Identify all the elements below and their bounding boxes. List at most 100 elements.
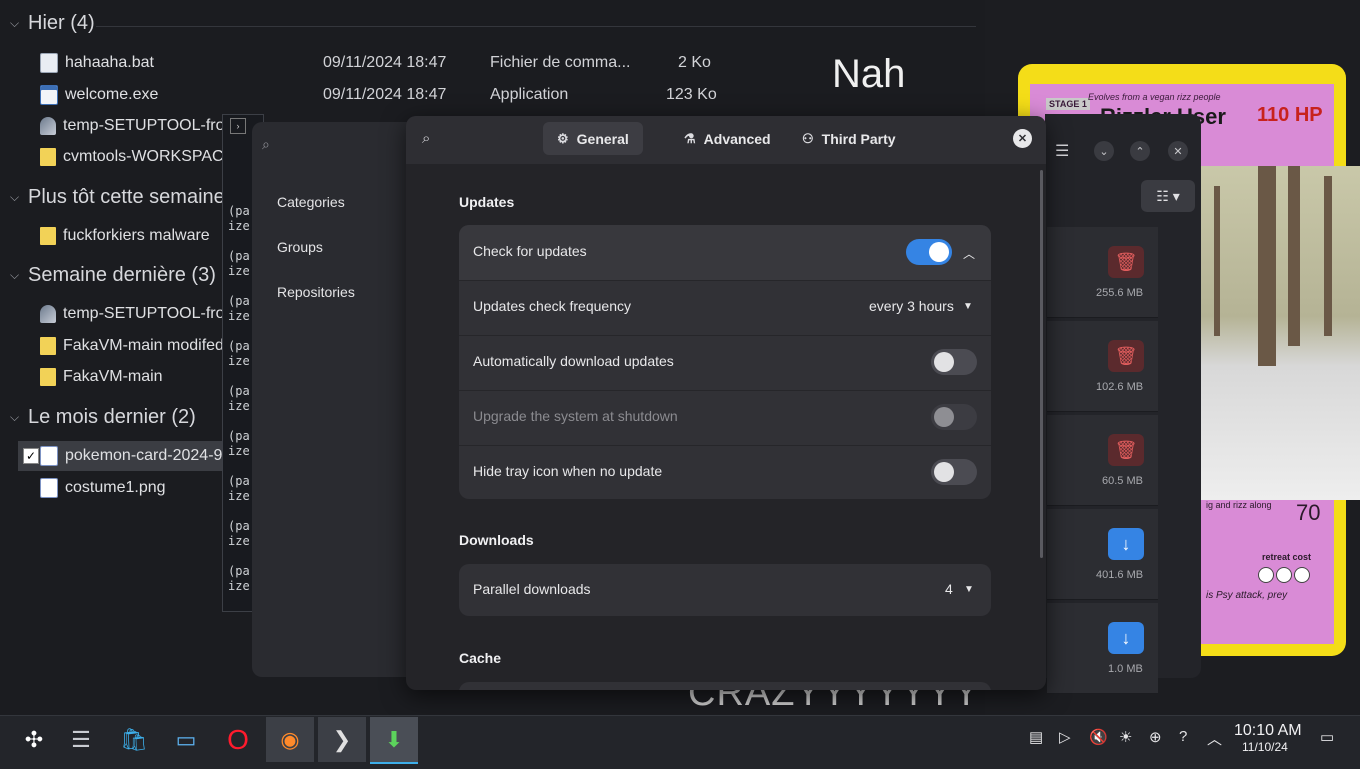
package-size: 401.6 MB (1096, 569, 1144, 581)
setup-tool-icon (40, 305, 56, 323)
sidebar-item-categories[interactable]: Categories (277, 194, 345, 210)
sidebar-item-repositories[interactable]: Repositories (277, 284, 355, 300)
auto-download-row[interactable]: Automatically download updates (459, 335, 991, 391)
terminal-line: ize (228, 264, 250, 278)
close-button[interactable]: ✕ (1013, 129, 1032, 148)
frequency-row[interactable]: Updates check frequency every 3 hours ▼ (459, 280, 991, 336)
clipboard-icon[interactable]: ▤ (1029, 728, 1043, 746)
download-button[interactable]: ↓ (1108, 528, 1144, 560)
hide-tray-toggle[interactable] (931, 459, 977, 485)
file-row[interactable]: pokemon-card-2024-9-25 (40, 442, 246, 470)
arrow-down-icon: ↓ (1121, 627, 1131, 648)
card-weakness-text: is Psy attack, prey (1206, 590, 1288, 601)
image-file-icon (40, 478, 58, 498)
sidebar-item-groups[interactable]: Groups (277, 239, 323, 255)
delete-button[interactable]: 🗑 (1108, 246, 1144, 278)
terminal-line: ize (228, 579, 250, 593)
store-icon[interactable]: 🛍 (110, 717, 158, 762)
opera-icon[interactable]: O (214, 717, 262, 762)
hide-tray-row[interactable]: Hide tray icon when no update (459, 445, 991, 499)
network-icon[interactable]: ⊕ (1149, 728, 1162, 746)
help-icon[interactable]: ? (1179, 728, 1187, 745)
file-row[interactable]: FakaVM-main (40, 363, 163, 391)
settings-panel-icon[interactable]: ☰ (57, 717, 105, 762)
application-launcher-icon[interactable]: ✣ (10, 717, 58, 762)
energy-icon (1294, 567, 1310, 583)
parallel-downloads-row[interactable]: Parallel downloads 4 ▼ (459, 564, 991, 616)
maximize-icon[interactable]: ⌃ (1130, 141, 1150, 161)
check-updates-row[interactable]: Check for updates ︿ (459, 225, 991, 281)
energy-icon (1276, 567, 1292, 583)
image-file-icon (40, 446, 58, 466)
flask-icon: ⚗ (684, 130, 696, 146)
terminal-line: (pa (228, 429, 250, 443)
group-header-last-week[interactable]: ⌵ Semaine dernière (3) (10, 264, 216, 287)
minimize-icon[interactable]: ⌄ (1094, 141, 1114, 161)
file-row[interactable]: cvmtools-WORKSPACE (40, 143, 234, 171)
check-updates-toggle[interactable] (906, 239, 952, 265)
delete-button[interactable]: 🗑 (1108, 340, 1144, 372)
dropdown-arrow-icon[interactable]: ▼ (963, 301, 973, 312)
chevron-up-icon[interactable]: ︿ (963, 245, 975, 262)
trash-icon: 🗑 (1114, 439, 1138, 460)
mute-icon[interactable]: 🔇 (1089, 728, 1108, 746)
group-header-last-month[interactable]: ⌵ Le mois dernier (2) (10, 406, 196, 429)
frequency-value[interactable]: every 3 hours (869, 298, 954, 314)
tab-advanced[interactable]: ⚗ Advanced (670, 122, 785, 155)
tab-general[interactable]: ⚙ General (543, 122, 643, 155)
preferences-dialog: ⌕ ⚙ General ⚗ Advanced ⚇ Third Party ✕ Upda… (406, 116, 1046, 690)
clock-date[interactable]: 11/10/24 (1242, 740, 1288, 754)
selection-checkbox[interactable]: ✓ (23, 448, 39, 464)
terminal-line: ize (228, 219, 250, 233)
hamburger-menu-icon[interactable]: ☰ (1055, 141, 1069, 161)
search-icon[interactable]: ⌕ (422, 130, 430, 147)
file-row[interactable]: fuckforkiers malware (40, 222, 210, 250)
update-manager-icon[interactable]: ⬇ (370, 717, 418, 764)
file-row[interactable]: welcome.exe (40, 81, 158, 109)
toggle-knob (934, 352, 954, 372)
scrollbar[interactable] (1040, 170, 1043, 558)
toggle-knob (934, 407, 954, 427)
brightness-icon[interactable]: ☀ (1119, 728, 1132, 746)
view-options-button[interactable]: ☷ ▾ (1141, 180, 1195, 212)
terminal-line: ize (228, 489, 250, 503)
delete-button[interactable]: 🗑 (1108, 434, 1144, 466)
card-damage: 70 (1296, 500, 1321, 525)
trash-icon: 🗑 (1114, 345, 1138, 366)
close-icon[interactable]: ✕ (1168, 141, 1188, 161)
terminal-icon[interactable]: ❯ (318, 717, 366, 762)
download-button[interactable]: ↓ (1108, 622, 1144, 654)
tab-third-party[interactable]: ⚇ Third Party (788, 122, 910, 155)
file-row[interactable]: FakaVM-main modifed (40, 332, 224, 360)
chevron-down-icon: ⌵ (10, 268, 20, 282)
terminal-line: ize (228, 444, 250, 458)
auto-download-toggle[interactable] (931, 349, 977, 375)
search-icon[interactable]: ⌕ (262, 136, 270, 153)
terminal-tab-icon[interactable]: › (230, 118, 246, 134)
tree-trunk (1214, 186, 1220, 336)
terminal-line: (pa (228, 204, 250, 218)
toggle-knob (934, 462, 954, 482)
group-header-this-week[interactable]: ⌵ Plus tôt cette semaine (1) (10, 186, 255, 209)
file-manager-icon[interactable]: ▭ (162, 717, 210, 762)
package-size: 60.5 MB (1102, 475, 1143, 487)
tray-expand-icon[interactable]: ︿ (1207, 728, 1222, 749)
file-row[interactable]: hahaaha.bat (40, 49, 154, 77)
terminal-line: (pa (228, 384, 250, 398)
upgrade-shutdown-row: Upgrade the system at shutdown (459, 390, 991, 446)
parallel-downloads-value[interactable]: 4 (945, 581, 953, 597)
dropdown-arrow-icon[interactable]: ▼ (964, 584, 974, 595)
upgrade-shutdown-toggle (931, 404, 977, 430)
firefox-icon[interactable]: ◉ (266, 717, 314, 762)
card-evolves-from: Evolves from a vegan rizz people (1088, 92, 1221, 102)
folder-icon (40, 148, 56, 166)
file-row[interactable]: costume1.png (40, 474, 166, 502)
card-stage: STAGE 1 (1046, 98, 1090, 110)
group-header-yesterday[interactable]: ⌵ Hier (4) (10, 12, 95, 35)
updates-group: Check for updates ︿ Updates check freque… (459, 225, 991, 499)
show-desktop-icon[interactable]: ▭ (1320, 728, 1334, 746)
media-icon[interactable]: ▷ (1059, 728, 1071, 746)
clock-time[interactable]: 10:10 AM (1234, 722, 1302, 740)
card-retreat-label: retreat cost (1262, 552, 1312, 562)
terminal-line: (pa (228, 564, 250, 578)
